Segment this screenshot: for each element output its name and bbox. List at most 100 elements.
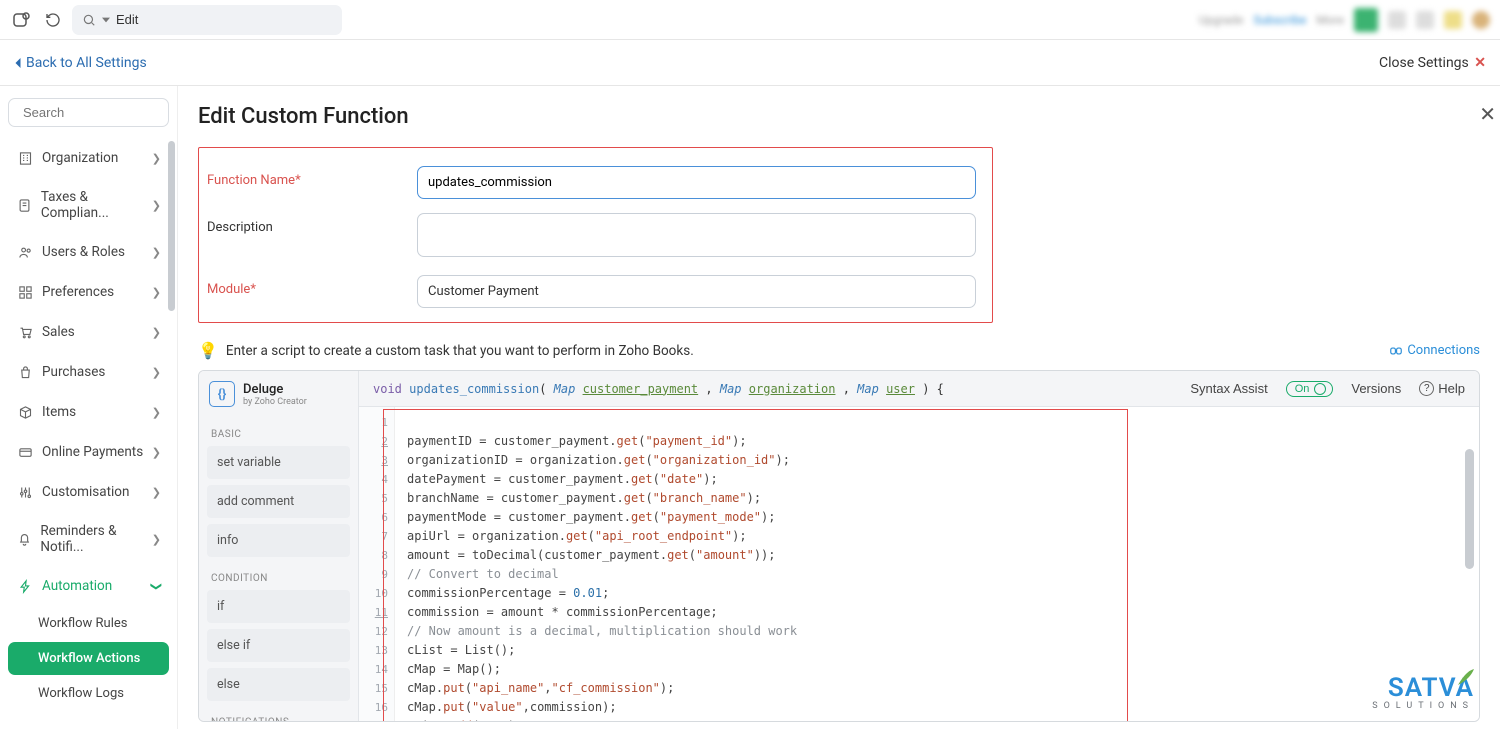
sidebar-sub-workflow-logs[interactable]: Workflow Logs: [8, 677, 169, 710]
block-info[interactable]: info: [207, 524, 350, 557]
sidebar-item-users[interactable]: Users & Roles ❯: [8, 233, 169, 271]
code-editor: {} Deluge by Zoho Creator BASIC set vari…: [198, 370, 1480, 722]
toggle-dot-icon: [1314, 383, 1326, 395]
nav-label: Online Payments: [42, 444, 143, 460]
script-hint-row: 💡 Enter a script to create a custom task…: [198, 341, 1480, 360]
document-icon: [16, 196, 33, 214]
function-name-input[interactable]: [417, 166, 976, 199]
topbar-icon[interactable]: [1472, 11, 1490, 29]
editor-main: void updates_commission( Map customer_pa…: [359, 371, 1479, 721]
topbar-icon[interactable]: [1444, 11, 1462, 29]
function-form: Function Name* Description Module* Custo…: [198, 147, 993, 323]
nav-label: Items: [42, 404, 76, 420]
deluge-subtitle: by Zoho Creator: [243, 397, 307, 407]
bolt-icon: [16, 577, 34, 595]
sidebar-item-taxes[interactable]: Taxes & Complian...❯: [8, 179, 169, 231]
topbar-icon[interactable]: [1416, 11, 1434, 29]
topbar-link[interactable]: Subscribe: [1253, 13, 1306, 27]
deluge-header: {} Deluge by Zoho Creator: [207, 381, 350, 407]
help-label: Help: [1438, 381, 1465, 396]
main-content: ✕ Edit Custom Function Function Name* De…: [178, 86, 1500, 729]
chevron-right-icon: ❯: [152, 199, 161, 212]
reload-icon[interactable]: [44, 11, 62, 29]
sidebar-item-items[interactable]: Items ❯: [8, 393, 169, 431]
nav-label: Preferences: [42, 284, 114, 300]
sidebar-sub-workflow-rules[interactable]: Workflow Rules: [8, 607, 169, 640]
code-lines[interactable]: paymentID = customer_payment.get("paymen…: [395, 407, 1479, 721]
bulb-icon: 💡: [198, 341, 218, 360]
watermark: SATVA SOLUTIONS: [1372, 673, 1474, 711]
close-panel-icon[interactable]: ✕: [1479, 102, 1496, 126]
connections-label: Connections: [1407, 343, 1480, 358]
sidebar-item-automation[interactable]: Automation❯: [8, 567, 169, 605]
sidebar-item-reminders[interactable]: Reminders & Notifi...❯: [8, 513, 169, 565]
code-area[interactable]: 1234567891011121314151617 paymentID = cu…: [359, 407, 1479, 721]
sidebar-search-input[interactable]: [23, 105, 178, 120]
sidebar-search[interactable]: [8, 98, 169, 127]
global-search-input[interactable]: [116, 12, 332, 27]
chevron-left-icon: [14, 58, 22, 68]
script-hint-text: Enter a script to create a custom task t…: [226, 343, 694, 359]
nav-label: Taxes & Complian...: [41, 189, 152, 221]
help-link[interactable]: ? Help: [1419, 381, 1465, 396]
cart-icon: [16, 323, 34, 341]
block-add-comment[interactable]: add comment: [207, 485, 350, 518]
editor-controls: Syntax Assist On Versions ?Help: [1190, 381, 1465, 397]
building-icon: [16, 149, 34, 167]
deluge-icon: {}: [209, 381, 235, 407]
global-search[interactable]: [72, 5, 342, 35]
bag-icon: [16, 363, 34, 381]
chevron-right-icon: ❯: [152, 486, 161, 499]
sidebar-scrollbar-thumb[interactable]: [168, 141, 175, 311]
back-to-settings-link[interactable]: Back to All Settings: [14, 55, 147, 71]
module-select[interactable]: Customer Payment: [417, 275, 976, 308]
connections-link[interactable]: Connections: [1389, 343, 1480, 358]
syntax-assist-toggle[interactable]: On: [1286, 381, 1334, 397]
code-gutter: 1234567891011121314151617: [359, 407, 395, 721]
block-if[interactable]: if: [207, 590, 350, 623]
close-settings-link[interactable]: Close Settings ✕: [1379, 55, 1486, 71]
topbar-text: More: [1316, 13, 1344, 27]
page-title: Edit Custom Function: [198, 104, 1480, 129]
chevron-down-icon: ❯: [150, 581, 163, 590]
leaf-icon: [1456, 667, 1476, 687]
chevron-right-icon: ❯: [152, 152, 161, 165]
back-label: Back to All Settings: [26, 55, 147, 71]
nav-label: Sales: [42, 324, 75, 340]
avatar[interactable]: [1354, 8, 1378, 32]
sidebar-sub-workflow-actions[interactable]: Workflow Actions: [8, 642, 169, 675]
chevron-right-icon: ❯: [152, 406, 161, 419]
sidebar-item-preferences[interactable]: Preferences❯: [8, 273, 169, 311]
deluge-title: Deluge: [243, 382, 307, 397]
bell-icon: [16, 530, 32, 548]
help-icon: ?: [1419, 381, 1434, 396]
block-else[interactable]: else: [207, 668, 350, 701]
topbar-right: Upgrade Subscribe More: [1199, 8, 1490, 32]
chevron-right-icon: ❯: [152, 246, 161, 259]
chevron-right-icon: ❯: [152, 533, 161, 546]
sliders-icon: [16, 483, 34, 501]
app-logo-icon: [10, 8, 34, 32]
description-label: Description: [207, 213, 417, 235]
chevron-right-icon: ❯: [152, 326, 161, 339]
description-input[interactable]: [417, 213, 976, 257]
sidebar-item-purchases[interactable]: Purchases❯: [8, 353, 169, 391]
sidebar-item-customisation[interactable]: Customisation❯: [8, 473, 169, 511]
block-else-if[interactable]: else if: [207, 629, 350, 662]
link-icon: [1389, 344, 1403, 358]
sidebar-item-organization[interactable]: Organization❯: [8, 139, 169, 177]
topbar-icon[interactable]: [1388, 11, 1406, 29]
palette-section-condition: CONDITION: [211, 573, 350, 584]
sidebar-item-online-payments[interactable]: Online Payments ❯: [8, 433, 169, 471]
palette-section-basic: BASIC: [211, 429, 350, 440]
grid-icon: [16, 283, 34, 301]
versions-link[interactable]: Versions: [1351, 381, 1401, 396]
sidebar-item-sales[interactable]: Sales ❯: [8, 313, 169, 351]
top-bar: Upgrade Subscribe More: [0, 0, 1500, 40]
chevron-right-icon: ❯: [152, 446, 161, 459]
editor-header: void updates_commission( Map customer_pa…: [359, 371, 1479, 407]
block-set-variable[interactable]: set variable: [207, 446, 350, 479]
nav-label: Reminders & Notifi...: [40, 523, 151, 555]
code-scrollbar-thumb[interactable]: [1465, 449, 1474, 569]
nav-label: Users & Roles: [42, 244, 125, 260]
